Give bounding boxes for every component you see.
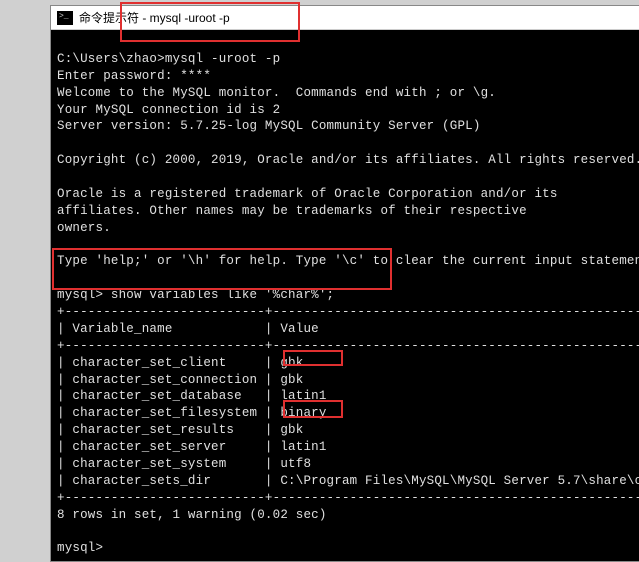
table-border: +--------------------------+------------… bbox=[57, 305, 639, 319]
terminal-body[interactable]: C:\Users\zhao>mysql -uroot -p Enter pass… bbox=[51, 30, 639, 561]
table-row: | character_sets_dir | C:\Program Files\… bbox=[57, 474, 639, 488]
line: Oracle is a registered trademark of Orac… bbox=[57, 187, 558, 201]
line: Enter password: **** bbox=[57, 69, 211, 83]
titlebar[interactable]: 命令提示符 - mysql -uroot -p bbox=[51, 6, 639, 30]
table-row: | character_set_client | gbk bbox=[57, 356, 303, 370]
table-border: +--------------------------+------------… bbox=[57, 339, 639, 353]
line: affiliates. Other names may be trademark… bbox=[57, 204, 527, 218]
terminal-window: 命令提示符 - mysql -uroot -p C:\Users\zhao>my… bbox=[50, 5, 639, 562]
line: Welcome to the MySQL monitor. Commands e… bbox=[57, 86, 496, 100]
table-row: | character_set_connection | gbk bbox=[57, 373, 303, 387]
line: owners. bbox=[57, 221, 111, 235]
table-row: | character_set_system | utf8 bbox=[57, 457, 311, 471]
table-header: | Variable_name | Value bbox=[57, 322, 319, 336]
table-row: | character_set_results | gbk bbox=[57, 423, 303, 437]
line: Copyright (c) 2000, 2019, Oracle and/or … bbox=[57, 153, 639, 167]
result-summary: 8 rows in set, 1 warning (0.02 sec) bbox=[57, 508, 327, 522]
prompt-line: mysql> show variables like '%char%'; bbox=[57, 288, 334, 302]
line: Type 'help;' or '\h' for help. Type '\c'… bbox=[57, 254, 639, 268]
table-row: | character_set_server | latin1 bbox=[57, 440, 327, 454]
table-row: | character_set_database | latin1 bbox=[57, 389, 327, 403]
line: Server version: 5.7.25-log MySQL Communi… bbox=[57, 119, 481, 133]
line: Your MySQL connection id is 2 bbox=[57, 103, 280, 117]
window-title: 命令提示符 - mysql -uroot -p bbox=[79, 9, 230, 26]
line: C:\Users\zhao>mysql -uroot -p bbox=[57, 52, 280, 66]
cmd-icon bbox=[57, 11, 73, 25]
table-row: | character_set_filesystem | binary bbox=[57, 406, 327, 420]
prompt-line: mysql> bbox=[57, 541, 103, 555]
table-border: +--------------------------+------------… bbox=[57, 491, 639, 505]
